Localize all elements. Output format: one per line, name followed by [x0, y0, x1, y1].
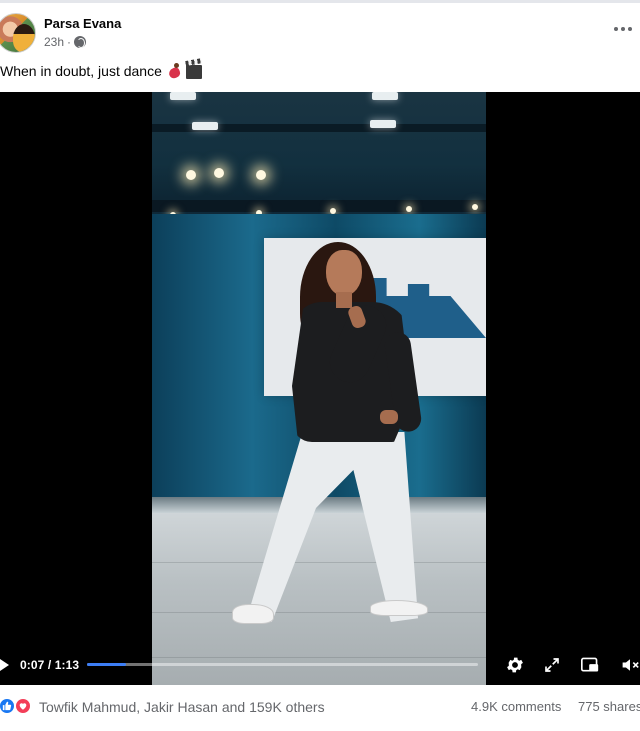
picture-in-picture-icon[interactable] [580, 656, 600, 674]
video-frame [152, 92, 486, 685]
post-caption: When in doubt, just dance [0, 63, 202, 79]
dancer-figure [152, 92, 486, 685]
comments-count[interactable]: 4.9K comments [471, 699, 561, 714]
play-icon[interactable] [0, 659, 9, 671]
author-name[interactable]: Parsa Evana [44, 16, 121, 31]
globe-icon[interactable] [74, 36, 87, 48]
dancer-emoji [166, 63, 182, 79]
like-icon[interactable] [0, 697, 16, 715]
video-time: 0:07 / 1:13 [20, 658, 80, 672]
more-horizontal-icon[interactable] [612, 22, 634, 36]
video-progress-fill [87, 663, 127, 666]
settings-icon[interactable] [505, 655, 525, 675]
clapper-board-emoji [185, 65, 202, 79]
video-player[interactable]: 0:07 / 1:13 [0, 92, 640, 685]
avatar[interactable] [0, 13, 36, 53]
video-controls: 0:07 / 1:13 [0, 654, 640, 676]
post-meta: 23h · [44, 35, 87, 49]
meta-separator: · [67, 35, 72, 49]
post-header: Parsa Evana 23h · [0, 10, 640, 56]
shares-count[interactable]: 775 shares [578, 699, 640, 714]
reactions-bar: Towfik Mahmud, Jakir Hasan and 159K othe… [0, 686, 640, 731]
top-divider [0, 0, 640, 3]
video-progress-bar[interactable] [87, 663, 478, 666]
post-time[interactable]: 23h [44, 35, 64, 49]
expand-icon[interactable] [543, 656, 561, 674]
reactions-summary[interactable]: Towfik Mahmud, Jakir Hasan and 159K othe… [39, 699, 325, 715]
caption-text: When in doubt, just dance [0, 63, 162, 79]
love-icon[interactable] [14, 697, 32, 715]
volume-icon[interactable] [620, 656, 640, 674]
